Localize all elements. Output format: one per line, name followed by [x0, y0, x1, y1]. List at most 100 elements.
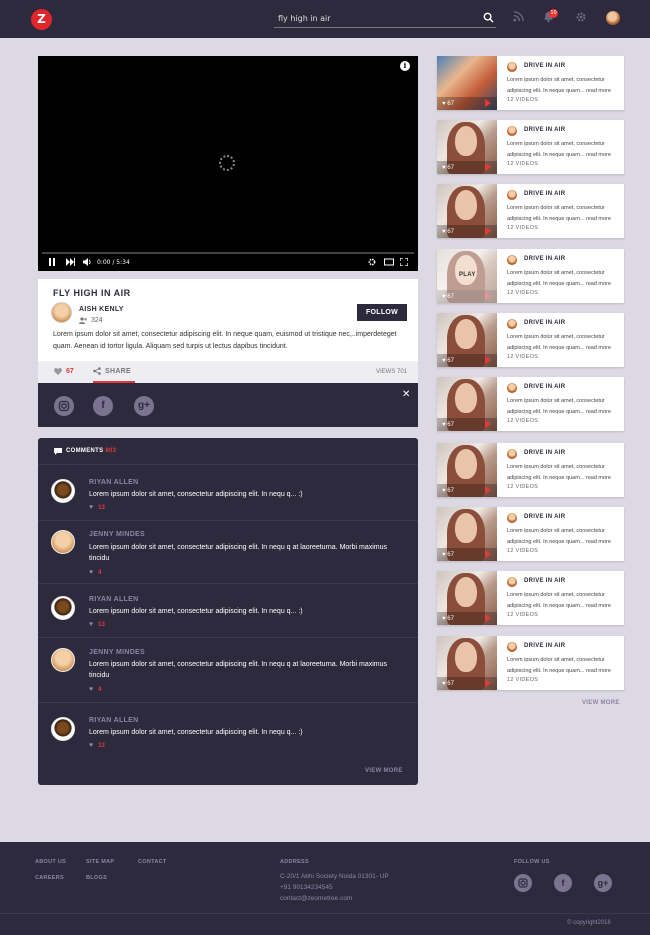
author-avatar[interactable]	[51, 302, 72, 323]
play-label[interactable]: PLAY	[459, 272, 476, 278]
heart-icon[interactable]: ♥	[89, 504, 93, 511]
playlist-thumbnail[interactable]: ♥ 67	[437, 636, 497, 690]
play-icon[interactable]	[485, 227, 491, 235]
footer-link-careers[interactable]: CAREERS	[35, 875, 64, 881]
playlist-thumbnail[interactable]: ♥ 67	[437, 184, 497, 238]
comment-author[interactable]: RIYAN ALLEN	[89, 596, 138, 603]
comment-avatar[interactable]	[51, 530, 75, 554]
playlist-thumbnail[interactable]: ♥ 67 PLAY	[437, 249, 497, 303]
gear-icon[interactable]	[575, 11, 587, 23]
play-icon[interactable]	[485, 614, 491, 622]
play-icon[interactable]	[485, 550, 491, 558]
comment-like[interactable]: ♥ 4	[89, 686, 102, 693]
heart-icon[interactable]	[54, 368, 62, 375]
playlist-thumbnail[interactable]: ♥ 67	[437, 120, 497, 174]
playlist-item[interactable]: ♥ 67 DRIVE IN AIR Lorem ipsum dolor sit am…	[437, 571, 624, 625]
search-box[interactable]: fly high in air	[274, 10, 496, 28]
playlist-item[interactable]: ♥ 67 DRIVE IN AIR Lorem ipsum dolor sit am…	[437, 507, 624, 561]
footer-instagram-icon[interactable]	[514, 874, 532, 892]
playlist-thumbnail[interactable]: ♥ 67	[437, 443, 497, 497]
footer-email[interactable]: contact@zeometree.com	[280, 895, 352, 902]
playlist-title[interactable]: DRIVE IN AIR	[524, 384, 565, 390]
footer-google-plus-icon[interactable]: g+	[594, 874, 612, 892]
comment-avatar[interactable]	[51, 648, 75, 672]
share-icon[interactable]	[93, 367, 101, 375]
instagram-icon[interactable]	[54, 396, 74, 416]
comment-author[interactable]: RIYAN ALLEN	[89, 479, 138, 486]
heart-icon[interactable]: ♥	[89, 686, 93, 693]
comment-avatar[interactable]	[51, 596, 75, 620]
comment-text: Lorem ipsum dolor sit amet, consectetur …	[89, 729, 303, 736]
playlist-title[interactable]: DRIVE IN AIR	[524, 643, 565, 649]
settings-icon[interactable]	[368, 258, 376, 266]
heart-icon[interactable]: ♥	[89, 742, 93, 749]
facebook-icon[interactable]: f	[93, 396, 113, 416]
play-icon[interactable]	[485, 679, 491, 687]
playlist-thumbnail[interactable]: ♥ 67	[437, 313, 497, 367]
playlist-title[interactable]: DRIVE IN AIR	[524, 63, 565, 69]
user-avatar[interactable]	[606, 11, 620, 25]
heart-icon[interactable]: ♥	[89, 569, 93, 576]
playlist-item[interactable]: ♥ 67 DRIVE IN AIR Lorem ipsum dolor sit am…	[437, 184, 624, 238]
playlist-title[interactable]: DRIVE IN AIR	[524, 450, 565, 456]
play-icon[interactable]	[485, 420, 491, 428]
logo[interactable]: Z	[31, 9, 52, 30]
playlist-title[interactable]: DRIVE IN AIR	[524, 320, 565, 326]
heart-icon: ♥ 67	[442, 616, 454, 622]
theater-mode-icon[interactable]	[384, 258, 394, 266]
comment-author[interactable]: RIYAN ALLEN	[89, 717, 138, 724]
play-icon[interactable]	[485, 99, 491, 107]
comment-like[interactable]: ♥ 13	[89, 742, 105, 749]
playlist-title[interactable]: DRIVE IN AIR	[524, 256, 565, 262]
playlist-item[interactable]: ♥ 67 DRIVE IN AIR Lorem ipsum dolor sit am…	[437, 377, 624, 431]
rss-icon[interactable]	[513, 11, 524, 22]
comment-avatar[interactable]	[51, 479, 75, 503]
playlist-item[interactable]: ♥ 67 PLAY DRIVE IN AIR Lorem ipsum dolor si…	[437, 249, 624, 303]
playlist-title[interactable]: DRIVE IN AIR	[524, 578, 565, 584]
share-tab[interactable]: SHARE	[105, 368, 131, 375]
footer-link-site-map[interactable]: SITE MAP	[86, 859, 114, 865]
playlist-thumbnail[interactable]: ♥ 67	[437, 56, 497, 110]
volume-icon[interactable]	[83, 258, 92, 266]
playlist-item[interactable]: ♥ 67 DRIVE IN AIR Lorem ipsum dolor sit am…	[437, 636, 624, 690]
fullscreen-icon[interactable]	[400, 258, 408, 266]
info-icon[interactable]: i	[400, 61, 410, 71]
footer-link-blogs[interactable]: BLOGS	[86, 875, 107, 881]
playlist-thumbnail[interactable]: ♥ 67	[437, 377, 497, 431]
close-icon[interactable]: ✕	[402, 389, 410, 400]
author-name[interactable]: AISH KENLY	[79, 306, 124, 313]
comment-author[interactable]: JENNY MINDES	[89, 649, 145, 656]
playlist-item[interactable]: ♥ 67 DRIVE IN AIR Lorem ipsum dolor sit am…	[437, 443, 624, 497]
playlist-video-count: 12 VIDEOS	[507, 484, 539, 490]
play-icon[interactable]	[485, 486, 491, 494]
footer-facebook-icon[interactable]: f	[554, 874, 572, 892]
next-icon[interactable]	[66, 258, 75, 266]
footer-link-about-us[interactable]: ABOUT US	[35, 859, 66, 865]
search-icon[interactable]	[483, 12, 494, 23]
playlist-title[interactable]: DRIVE IN AIR	[524, 514, 565, 520]
playlist-thumbnail[interactable]: ♥ 67	[437, 571, 497, 625]
search-input[interactable]: fly high in air	[278, 14, 331, 23]
comment-avatar[interactable]	[51, 717, 75, 741]
playlist-item[interactable]: ♥ 67 DRIVE IN AIR Lorem ipsum dolor sit am…	[437, 120, 624, 174]
playlist-thumbnail[interactable]: ♥ 67	[437, 507, 497, 561]
comment-author[interactable]: JENNY MINDES	[89, 531, 145, 538]
comment-like[interactable]: ♥ 13	[89, 621, 105, 628]
playlist-title[interactable]: DRIVE IN AIR	[524, 127, 565, 133]
footer-link-contact[interactable]: CONTACT	[138, 859, 167, 865]
video-progress-bar[interactable]	[42, 252, 414, 254]
comment-like[interactable]: ♥ 4	[89, 569, 102, 576]
playlist-title[interactable]: DRIVE IN AIR	[524, 191, 565, 197]
play-icon[interactable]	[485, 356, 491, 364]
pause-icon[interactable]	[48, 258, 56, 266]
playlist-view-more-link[interactable]: VIEW MORE	[582, 700, 620, 706]
playlist-item[interactable]: ♥ 67 DRIVE IN AIR Lorem ipsum dolor sit am…	[437, 56, 624, 110]
playlist-item[interactable]: ♥ 67 DRIVE IN AIR Lorem ipsum dolor sit am…	[437, 313, 624, 367]
video-time: 0:00 / 5:34	[97, 259, 130, 266]
heart-icon[interactable]: ♥	[89, 621, 93, 628]
play-icon[interactable]	[485, 163, 491, 171]
comments-view-more-link[interactable]: VIEW MORE	[365, 768, 403, 774]
google-plus-icon[interactable]: g+	[134, 396, 154, 416]
comment-like[interactable]: ♥ 13	[89, 504, 105, 511]
follow-button[interactable]: FOLLOW	[357, 304, 407, 321]
